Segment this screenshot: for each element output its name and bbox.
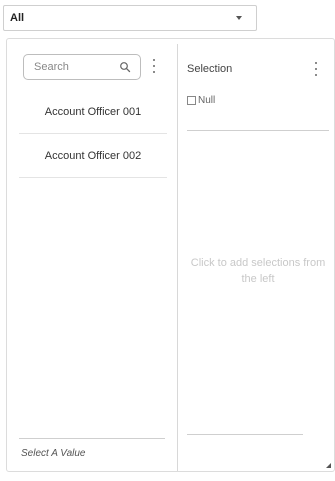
more-vertical-icon[interactable] <box>310 59 322 79</box>
selection-title: Selection <box>187 63 233 75</box>
search-input[interactable]: Search <box>23 54 141 80</box>
list-item[interactable]: Account Officer 002 <box>19 134 167 178</box>
search-icon[interactable] <box>119 61 131 73</box>
pane-divider <box>177 44 178 471</box>
divider <box>187 434 303 435</box>
chevron-down-icon[interactable] <box>236 16 242 20</box>
search-placeholder: Search <box>34 61 69 73</box>
null-checkbox-row[interactable]: Null <box>187 95 215 106</box>
list-item-label: Account Officer 002 <box>44 149 142 162</box>
dropdown-selected-value: All <box>10 12 25 24</box>
empty-selection-hint: Click to add selections from the left <box>190 257 326 285</box>
list-item[interactable]: Account Officer 001 <box>19 90 167 134</box>
resize-grip-icon[interactable] <box>326 463 331 468</box>
value-dropdown[interactable]: All <box>3 5 257 31</box>
null-label: Null <box>198 95 216 106</box>
list-item-label: Account Officer 001 <box>44 105 142 118</box>
divider <box>19 438 165 439</box>
more-vertical-icon[interactable] <box>148 56 160 76</box>
select-value-hint: Select A Value <box>21 448 86 459</box>
divider <box>187 130 329 131</box>
null-checkbox[interactable] <box>187 96 196 105</box>
available-values-pane: Search Account Officer 001 Account Offic… <box>7 39 177 471</box>
selection-panel: Search Account Officer 001 Account Offic… <box>6 38 335 472</box>
